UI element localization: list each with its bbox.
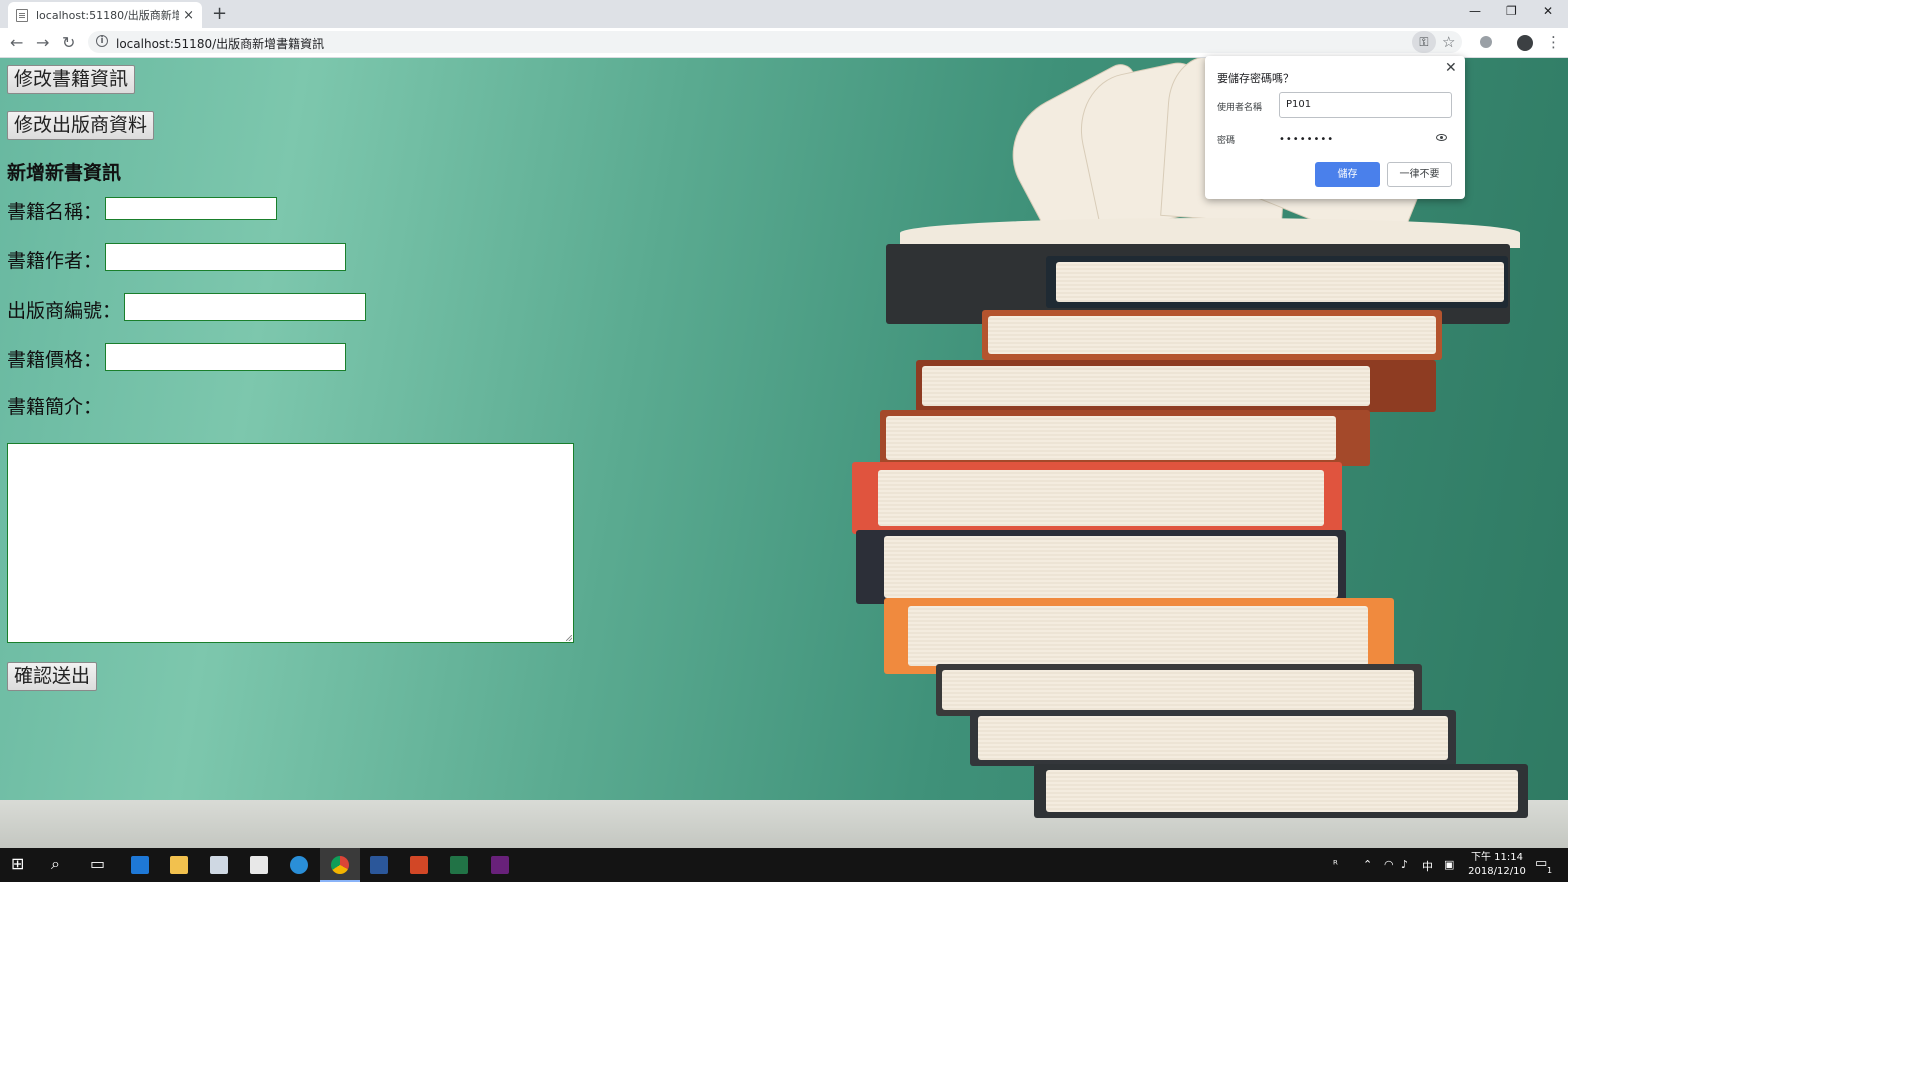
browser-menu-icon[interactable]: ⋮ xyxy=(1546,33,1561,51)
publisher-id-input[interactable] xyxy=(124,293,366,321)
chrome-icon[interactable] xyxy=(331,856,349,874)
excel-icon[interactable] xyxy=(450,856,468,874)
show-hidden-icons-icon[interactable]: ⌃ xyxy=(1363,858,1372,871)
tab-active[interactable]: localhost:51180/出版商新增書籍 × xyxy=(8,2,202,28)
reload-button[interactable]: ↻ xyxy=(62,33,75,52)
page-favicon-icon xyxy=(16,8,28,22)
save-password-button[interactable]: 儲存 xyxy=(1315,162,1380,187)
mail-icon[interactable] xyxy=(250,856,268,874)
book-name-input[interactable] xyxy=(105,197,277,220)
input-method-indicator[interactable]: 中 xyxy=(1422,858,1433,874)
username-field[interactable]: P101 xyxy=(1279,92,1452,118)
network-icon[interactable]: ◠ xyxy=(1384,858,1394,871)
forward-button[interactable]: → xyxy=(36,33,49,52)
password-key-icon[interactable]: ⚿ xyxy=(1412,31,1436,53)
extension-icon[interactable] xyxy=(1480,36,1492,48)
edge-icon[interactable] xyxy=(131,856,149,874)
windows-start-icon[interactable]: ⊞ xyxy=(11,854,24,873)
never-save-button[interactable]: 一律不要 xyxy=(1387,162,1452,187)
section-heading: 新增新書資訊 xyxy=(7,162,122,184)
tab-close-icon[interactable]: × xyxy=(183,8,194,23)
back-button[interactable]: ← xyxy=(10,33,23,52)
book-author-input[interactable] xyxy=(105,243,346,271)
book-price-label: 書籍價格： xyxy=(7,349,103,371)
book-intro-label: 書籍簡介： xyxy=(7,396,103,418)
window-close-button[interactable]: ✕ xyxy=(1543,4,1553,18)
show-password-eye-icon[interactable] xyxy=(1436,134,1447,141)
publisher-id-label: 出版商編號： xyxy=(7,300,122,322)
book-intro-textarea[interactable] xyxy=(7,443,574,643)
book-name-label: 書籍名稱： xyxy=(7,201,103,223)
store-icon[interactable] xyxy=(210,856,228,874)
restore-button[interactable]: ❐ xyxy=(1506,4,1517,18)
password-field[interactable]: •••••••• xyxy=(1279,134,1334,145)
dialog-title: 要儲存密碼嗎？ xyxy=(1217,72,1294,85)
input-switch-icon[interactable]: ▣ xyxy=(1444,858,1454,871)
site-info-icon[interactable]: i xyxy=(96,35,108,47)
book-author-label: 書籍作者： xyxy=(7,250,103,272)
dialog-close-icon[interactable]: ✕ xyxy=(1445,60,1457,76)
internet-explorer-icon[interactable] xyxy=(290,856,308,874)
tab-strip: localhost:51180/出版商新增書籍 × + — ❐ ✕ xyxy=(0,0,1568,28)
powerpoint-icon[interactable] xyxy=(410,856,428,874)
edit-books-button[interactable]: 修改書籍資訊 xyxy=(7,65,136,94)
submit-button[interactable]: 確認送出 xyxy=(7,662,98,691)
clock-time: 下午 11:14 xyxy=(1471,852,1523,863)
file-explorer-icon[interactable] xyxy=(170,856,188,874)
action-center-icon[interactable]: ▭ xyxy=(1535,856,1547,871)
minimize-button[interactable]: — xyxy=(1469,4,1481,18)
profile-avatar[interactable] xyxy=(1516,34,1534,52)
people-icon[interactable]: ᴿ xyxy=(1333,858,1338,871)
book-price-input[interactable] xyxy=(105,343,346,371)
new-tab-button[interactable]: + xyxy=(212,4,227,24)
clock-date: 2018/12/10 xyxy=(1468,866,1526,877)
task-view-icon[interactable]: ▭ xyxy=(90,854,105,873)
url-text[interactable]: localhost:51180/出版商新增書籍資訊 xyxy=(116,35,324,52)
search-icon[interactable]: ⌕ xyxy=(51,854,60,874)
tab-title: localhost:51180/出版商新增書籍 xyxy=(36,9,180,22)
address-bar[interactable]: i localhost:51180/出版商新增書籍資訊 ⚿ ☆ xyxy=(88,31,1462,53)
notification-count: 1 xyxy=(1547,866,1553,875)
edit-publisher-button[interactable]: 修改出版商資料 xyxy=(7,111,155,140)
username-label: 使用者名稱 xyxy=(1217,103,1263,113)
volume-icon[interactable]: ♪ xyxy=(1401,858,1408,871)
word-icon[interactable] xyxy=(370,856,388,874)
save-password-dialog: 要儲存密碼嗎？ ✕ 使用者名稱 P101 密碼 •••••••• 儲存 一律不要 xyxy=(1205,56,1465,199)
password-label: 密碼 xyxy=(1217,136,1236,146)
visual-studio-icon[interactable] xyxy=(491,856,509,874)
bookmark-star-icon[interactable]: ☆ xyxy=(1442,33,1455,51)
taskbar-clock[interactable]: 下午 11:14 2018/12/10 xyxy=(1466,851,1528,879)
